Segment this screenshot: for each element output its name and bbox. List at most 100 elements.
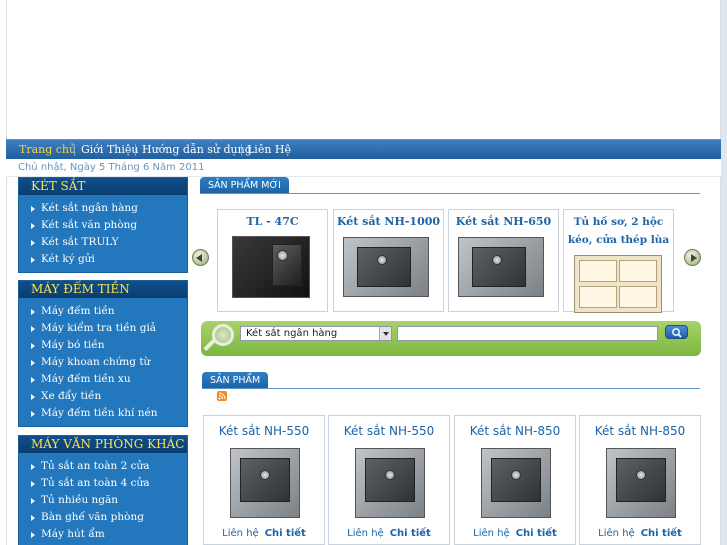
cabinet-panel [619, 260, 657, 282]
current-date: Chủ nhật, Ngày 5 Tháng 6 Năm 2011 [18, 162, 205, 173]
sidebar-item-label: Két sắt ngân hàng [41, 202, 138, 214]
sidebar-item[interactable]: Máy hút ẩm [19, 526, 187, 543]
section-divider [202, 388, 700, 389]
product-title[interactable]: Két sắt NH-550 [329, 424, 449, 438]
sidebar-item[interactable]: Két ký gửi [19, 251, 187, 268]
product-card[interactable]: Két sắt NH-550 Liên hệ Chi tiết [203, 415, 325, 545]
safe-door [240, 458, 290, 502]
bullet-icon [31, 240, 35, 246]
product-card[interactable]: Két sắt NH-850 Liên hệ Chi tiết [454, 415, 576, 545]
product-title[interactable]: Tủ hồ sơ, 2 hộc kéo, cửa thép lùa [564, 213, 673, 249]
product-image[interactable] [606, 448, 676, 518]
sidebar-item[interactable]: Két sắt ngân hàng [19, 200, 187, 217]
dial-icon [277, 250, 288, 261]
sidebar-item[interactable]: Bàn ghế văn phòng [19, 509, 187, 526]
new-product-card[interactable]: Tủ hồ sơ, 2 hộc kéo, cửa thép lùa [563, 209, 674, 313]
tab-new-products[interactable]: SẢN PHẨM MỚI [200, 177, 289, 194]
sidebar-item[interactable]: Máy bó tiền [19, 337, 187, 354]
sidebar-section-office: MÁY VĂN PHÒNG KHÁC Tủ sắt an toàn 2 cửa … [18, 435, 188, 545]
sidebar-item-label: Máy kiểm tra tiền giả [41, 322, 157, 334]
sidebar-section-safes: KÉT SẮT Két sắt ngân hàng Két sắt văn ph… [18, 177, 188, 273]
product-card[interactable]: Két sắt NH-550 Liên hệ Chi tiết [328, 415, 450, 545]
sidebar-item-label: Két sắt TRULY [41, 236, 119, 248]
chevron-down-icon[interactable] [379, 327, 391, 340]
sidebar-item[interactable]: Máy đếm tiền xu [19, 371, 187, 388]
detail-link[interactable]: Chi tiết [641, 528, 682, 539]
detail-link[interactable]: Chi tiết [265, 528, 306, 539]
sidebar-item[interactable]: Két sắt TRULY [19, 234, 187, 251]
detail-link[interactable]: Chi tiết [516, 528, 557, 539]
sidebar-item-label: Tủ sắt an toàn 2 cửa [41, 460, 150, 472]
carousel-prev-button[interactable] [192, 249, 209, 266]
search-button[interactable] [665, 325, 688, 339]
contact-link[interactable]: Liên hệ [222, 528, 259, 539]
bullet-icon [31, 532, 35, 538]
sidebar-item[interactable]: Xe đẩy tiền [19, 388, 187, 405]
product-title[interactable]: TL - 47C [218, 213, 327, 231]
contact-link[interactable]: Liên hệ [598, 528, 635, 539]
product-card[interactable]: Két sắt NH-850 Liên hệ Chi tiết [579, 415, 701, 545]
bullet-icon [31, 309, 35, 315]
sidebar-item[interactable]: Máy đếm tiền [19, 303, 187, 320]
bullet-icon [31, 515, 35, 521]
product-image[interactable] [481, 448, 551, 518]
product-image[interactable] [343, 237, 431, 299]
nav-item-guide[interactable]: Hướng dẫn sử dụng [142, 143, 252, 156]
new-product-card[interactable]: Két sắt NH-1000 [333, 209, 444, 312]
sidebar-item[interactable]: Tủ nhiều ngăn [19, 492, 187, 509]
arrow-right-icon [691, 254, 697, 262]
sidebar-item-label: Máy đếm tiền xu [41, 373, 131, 385]
carousel-next-button[interactable] [684, 249, 701, 266]
sidebar-item-label: Xe đẩy tiền [41, 390, 102, 402]
sidebar-item[interactable]: Két sắt văn phòng [19, 217, 187, 234]
bullet-icon [31, 343, 35, 349]
safe-door [365, 458, 415, 502]
product-image[interactable] [458, 237, 546, 299]
search-icon [672, 328, 682, 338]
cabinet-panel [579, 286, 617, 308]
detail-link[interactable]: Chi tiết [390, 528, 431, 539]
category-select[interactable]: Két sắt ngân hàng [240, 326, 392, 341]
sidebar-item-label: Máy đếm tiền [41, 305, 115, 317]
nav-item-about[interactable]: Giới Thiệu [81, 143, 138, 156]
product-title[interactable]: Két sắt NH-850 [580, 424, 700, 438]
dial-icon [260, 470, 270, 480]
sidebar-item[interactable]: Máy đếm tiền khí nén [19, 405, 187, 422]
product-title[interactable]: Két sắt NH-1000 [334, 213, 443, 231]
new-product-card[interactable]: Két sắt NH-650 [448, 209, 559, 312]
bullet-icon [31, 498, 35, 504]
sidebar-item[interactable]: Tủ sắt an toàn 2 cửa [19, 458, 187, 475]
nav-divider [135, 144, 136, 156]
sidebar-item[interactable]: Máy khoan chứng từ [19, 354, 187, 371]
right-gutter [721, 0, 727, 545]
sidebar-item-label: Két sắt văn phòng [41, 219, 138, 231]
rss-glyph [218, 392, 226, 400]
product-image[interactable] [355, 448, 425, 518]
contact-link[interactable]: Liên hệ [473, 528, 510, 539]
product-image[interactable] [574, 255, 662, 313]
product-title[interactable]: Két sắt NH-850 [455, 424, 575, 438]
arrow-left-icon [196, 254, 202, 262]
bullet-icon [31, 464, 35, 470]
product-title[interactable]: Két sắt NH-550 [204, 424, 324, 438]
tab-products[interactable]: SẢN PHẨM [202, 372, 269, 389]
bullet-icon [31, 206, 35, 212]
product-title[interactable]: Két sắt NH-650 [449, 213, 558, 231]
dial-icon [511, 470, 521, 480]
bullet-icon [31, 326, 35, 332]
sidebar-heading: MÁY ĐẾM TIỀN [19, 281, 187, 298]
product-image[interactable] [230, 448, 300, 518]
new-product-card[interactable]: TL - 47C [217, 209, 328, 312]
sidebar-item[interactable]: Máy kiểm tra tiền giả [19, 320, 187, 337]
rss-icon[interactable] [217, 391, 227, 401]
bullet-icon [31, 411, 35, 417]
sidebar-heading: KÉT SẮT [19, 178, 187, 195]
dial-icon [377, 255, 387, 265]
safe-door [357, 247, 411, 287]
search-input[interactable] [397, 326, 658, 341]
product-image[interactable] [232, 236, 316, 304]
nav-item-home[interactable]: Trang chủ [19, 143, 76, 156]
contact-link[interactable]: Liên hệ [347, 528, 384, 539]
nav-item-contact[interactable]: Liên Hệ [247, 143, 291, 156]
sidebar-item[interactable]: Tủ sắt an toàn 4 cửa [19, 475, 187, 492]
